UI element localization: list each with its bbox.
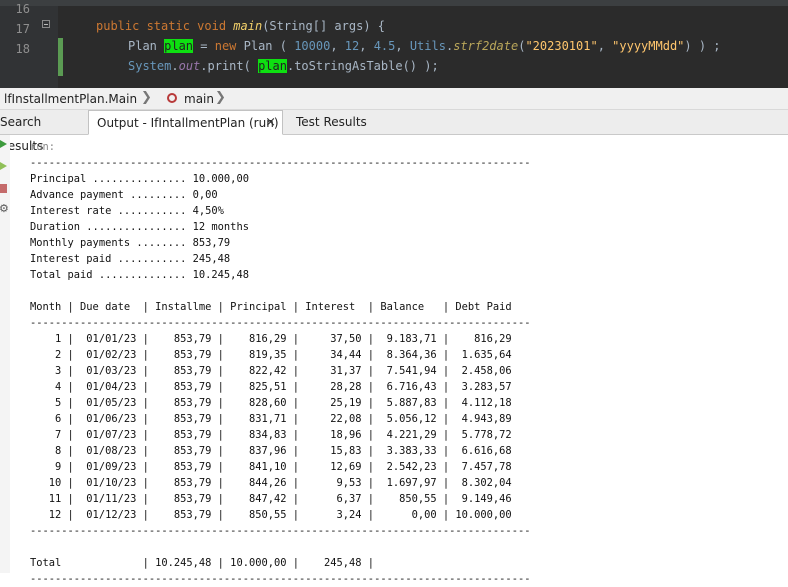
output-tab-bar: Search Results Output - IfIntallmentPlan… — [0, 110, 788, 153]
code-token: System — [128, 59, 172, 73]
code-token: 12 — [344, 39, 360, 53]
highlighted-variable: plan — [258, 59, 287, 73]
code-editor[interactable]: 16 17 18 public static void main(String[… — [0, 0, 788, 88]
code-token: "20230101" — [525, 39, 598, 53]
code-token: Plan ( — [236, 39, 295, 53]
code-token: = — [193, 39, 215, 53]
code-token: , — [330, 39, 345, 53]
code-token: main — [233, 19, 263, 33]
code-token: new — [214, 39, 237, 53]
settings-icon[interactable]: ⚙ — [0, 202, 9, 215]
code-token: , — [359, 39, 374, 53]
chevron-right-icon: ❯ — [215, 90, 226, 105]
breadcrumb-class[interactable]: lfInstallmentPlan.Main — [4, 92, 137, 106]
code-token: (String[] args) { — [262, 19, 386, 33]
tab-label: Test Results — [296, 115, 367, 129]
code-token: public static void — [96, 19, 234, 33]
tab-test-results[interactable]: Test Results — [296, 110, 386, 134]
rerun-with-params-icon[interactable] — [0, 162, 7, 170]
code-token: Plan — [128, 39, 165, 53]
code-line-18[interactable]: System.out.print( plan.toStringAsTable()… — [128, 59, 439, 73]
code-token: .toStringAsTable() ); — [286, 59, 439, 73]
code-line-17[interactable]: Plan plan = new Plan ( 10000, 12, 4.5, U… — [128, 39, 721, 53]
tab-output[interactable]: Output - IfIntallmentPlan (run) × — [88, 110, 283, 135]
code-token: , — [395, 39, 410, 53]
console-text: ----------------------------------------… — [30, 157, 531, 585]
output-toolbar: ⚙ — [0, 135, 10, 573]
code-token: 10000 — [294, 39, 331, 53]
stop-icon[interactable] — [0, 184, 7, 193]
chevron-right-icon: ❯ — [141, 90, 152, 105]
code-token: "yyyyMMdd" — [612, 39, 685, 53]
method-icon — [167, 93, 177, 103]
code-token: out — [178, 59, 201, 73]
code-token: , — [597, 39, 613, 53]
line-number: 17 — [15, 22, 30, 36]
line-number: 18 — [15, 42, 30, 56]
breadcrumb-method[interactable]: main — [184, 92, 214, 106]
code-token: Utils — [409, 39, 446, 53]
breadcrumb: lfInstallmentPlan.Main ❯ main ❯ — [0, 88, 788, 110]
rerun-icon[interactable] — [0, 140, 7, 148]
tab-search-results[interactable]: Search Results — [0, 110, 86, 153]
line-number: 16 — [15, 2, 30, 16]
code-token: . — [171, 59, 179, 73]
code-fold-icon[interactable] — [42, 20, 50, 28]
code-line-16[interactable]: public static void main(String[] args) { — [96, 19, 385, 33]
line-number-gutter: 16 17 18 — [0, 2, 58, 88]
code-token: .print( — [200, 59, 259, 73]
tab-label: Output - IfIntallmentPlan (run) — [97, 116, 279, 130]
run-label: run: — [30, 141, 56, 153]
highlighted-variable: plan — [164, 39, 194, 53]
code-token: 4.5 — [373, 39, 396, 53]
console-output[interactable]: run: -----------------------------------… — [30, 139, 530, 587]
change-marker — [58, 38, 63, 76]
code-token: ) ) ; — [684, 39, 721, 53]
code-token: strf2date — [453, 39, 519, 53]
close-icon[interactable]: × — [265, 111, 276, 135]
editor-top-strip — [0, 0, 788, 6]
